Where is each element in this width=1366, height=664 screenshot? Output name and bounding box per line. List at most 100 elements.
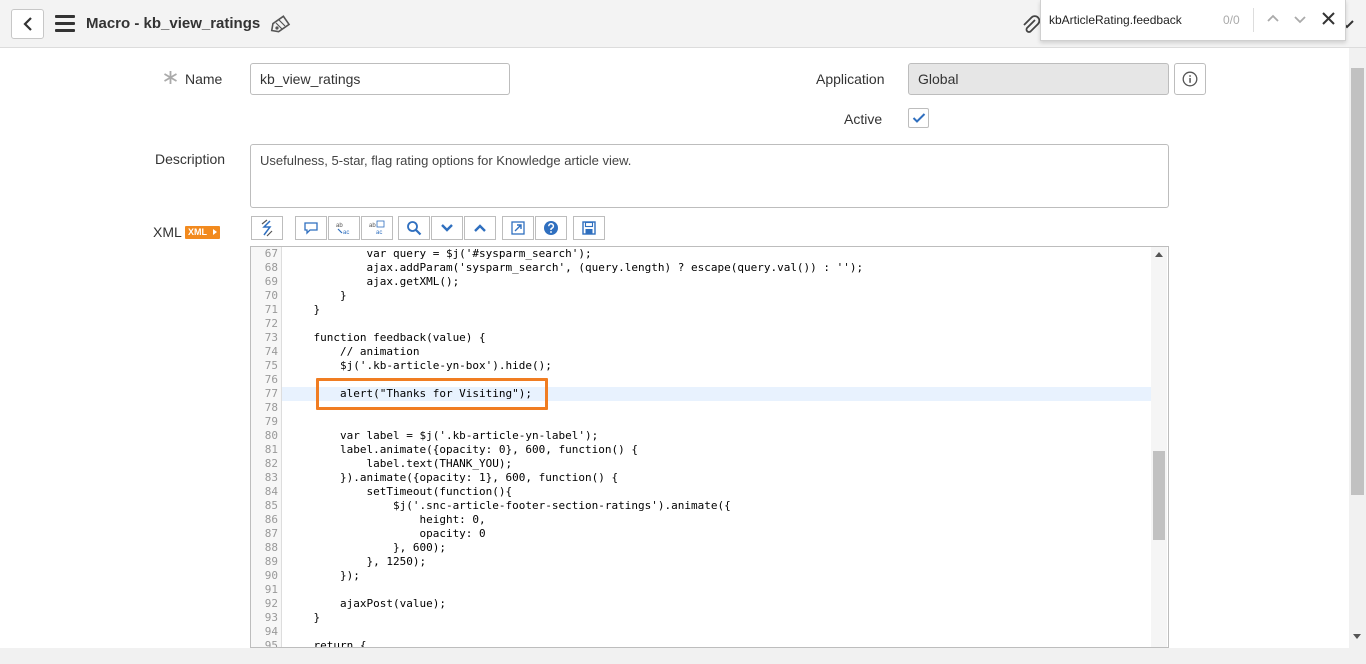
replace-all-icon: ab ac xyxy=(369,220,385,236)
xml-script-editor[interactable]: 67 var query = $j('#sysparm_search'); 68 … xyxy=(250,246,1169,648)
line-number: 71 xyxy=(264,303,278,316)
description-label: Description xyxy=(155,151,226,167)
code-line[interactable]: 80 var label = $j('.kb-article-yn-label'… xyxy=(251,429,1151,443)
search-button[interactable] xyxy=(398,216,430,240)
code-line[interactable]: 70 } xyxy=(251,289,1151,303)
chevron-down-icon xyxy=(441,224,453,232)
line-number: 73 xyxy=(264,331,278,344)
code-text: var query = $j('#sysparm_search'); xyxy=(287,247,592,260)
code-line[interactable]: 92 ajaxPost(value); xyxy=(251,597,1151,611)
scroll-up-arrow-icon[interactable] xyxy=(1155,251,1163,257)
code-line[interactable]: 91 xyxy=(251,583,1151,597)
line-number: 89 xyxy=(264,555,278,568)
line-number: 78 xyxy=(264,401,278,414)
replace-button[interactable]: ab ac xyxy=(328,216,360,240)
code-line[interactable]: 71 } xyxy=(251,303,1151,317)
code-line[interactable]: 83 }).animate({opacity: 1}, 600, functio… xyxy=(251,471,1151,485)
code-line[interactable]: 88 }, 600); xyxy=(251,541,1151,555)
line-number: 88 xyxy=(264,541,278,554)
code-text: label.text(THANK_YOU); xyxy=(287,457,513,470)
search-previous-button[interactable] xyxy=(464,216,496,240)
active-checkbox[interactable] xyxy=(908,108,929,128)
line-number: 90 xyxy=(264,569,278,582)
code-text: } xyxy=(287,611,321,624)
code-line[interactable]: 93 } xyxy=(251,611,1151,625)
code-text: // animation xyxy=(287,345,420,358)
code-line[interactable]: 79 xyxy=(251,415,1151,429)
line-number: 70 xyxy=(264,289,278,302)
chevron-up-icon[interactable] xyxy=(1266,12,1280,26)
svg-text:ac: ac xyxy=(343,230,349,236)
code-line[interactable]: 87 opacity: 0 xyxy=(251,527,1151,541)
code-text: label.animate({opacity: 0}, 600, functio… xyxy=(287,443,638,456)
code-line[interactable]: 72 xyxy=(251,317,1151,331)
application-label: Application xyxy=(816,71,885,87)
format-button[interactable] xyxy=(251,216,283,240)
code-line[interactable]: 73 function feedback(value) { xyxy=(251,331,1151,345)
code-text: var label = $j('.kb-article-yn-label'); xyxy=(287,429,599,442)
svg-text:ab: ab xyxy=(336,223,343,229)
code-line[interactable]: 95 return { xyxy=(251,639,1151,648)
chevron-up-icon xyxy=(474,224,486,232)
line-number: 72 xyxy=(264,317,278,330)
code-line[interactable]: 89 }, 1250); xyxy=(251,555,1151,569)
save-button[interactable] xyxy=(573,216,605,240)
svg-text:ac: ac xyxy=(376,230,382,236)
code-line[interactable]: 90 }); xyxy=(251,569,1151,583)
find-bar: kbArticleRating.feedback 0/0 xyxy=(1040,0,1346,41)
help-button[interactable] xyxy=(535,216,567,240)
code-line[interactable]: 84 setTimeout(function(){ xyxy=(251,485,1151,499)
code-line[interactable]: 82 label.text(THANK_YOU); xyxy=(251,457,1151,471)
line-number: 94 xyxy=(264,625,278,638)
line-number: 68 xyxy=(264,261,278,274)
help-icon xyxy=(544,221,558,235)
chevron-down-icon[interactable] xyxy=(1293,12,1307,26)
code-line[interactable]: 69 ajax.getXML(); xyxy=(251,275,1151,289)
line-number: 86 xyxy=(264,513,278,526)
code-line[interactable]: 94 xyxy=(251,625,1151,639)
scroll-down-arrow-icon[interactable] xyxy=(1353,634,1361,640)
code-line[interactable]: 85 $j('.snc-article-footer-section-ratin… xyxy=(251,499,1151,513)
code-line[interactable]: 75 $j('.kb-article-yn-box').hide(); xyxy=(251,359,1151,373)
application-info-button[interactable] xyxy=(1174,63,1206,95)
active-label: Active xyxy=(844,111,883,127)
horizontal-scrollbar[interactable] xyxy=(0,648,1366,664)
page-scrollbar-thumb[interactable] xyxy=(1351,68,1364,495)
editor-scrollbar[interactable] xyxy=(1151,247,1167,647)
find-match-count: 0/0 xyxy=(1223,13,1240,27)
fullscreen-button[interactable] xyxy=(502,216,534,240)
line-number: 83 xyxy=(264,471,278,484)
info-icon xyxy=(1182,71,1198,87)
name-label: Name xyxy=(185,71,223,87)
comment-button[interactable] xyxy=(295,216,327,240)
name-field[interactable]: kb_view_ratings xyxy=(250,63,510,95)
code-text: height: 0, xyxy=(287,513,486,526)
line-number: 91 xyxy=(264,583,278,596)
code-line[interactable]: 67 var query = $j('#sysparm_search'); xyxy=(251,247,1151,261)
menu-icon[interactable] xyxy=(55,15,75,33)
find-input[interactable]: kbArticleRating.feedback xyxy=(1049,13,1182,27)
editor-scrollbar-thumb[interactable] xyxy=(1153,451,1165,540)
code-text: ajax.addParam('sysparm_search', (query.l… xyxy=(287,261,864,274)
code-text: }, 600); xyxy=(287,541,446,554)
code-text: } xyxy=(287,303,321,316)
close-icon[interactable] xyxy=(1321,11,1336,26)
line-number: 84 xyxy=(264,485,278,498)
code-line[interactable]: 81 label.animate({opacity: 0}, 600, func… xyxy=(251,443,1151,457)
code-text: ajaxPost(value); xyxy=(287,597,446,610)
description-field[interactable]: Usefulness, 5-star, flag rating options … xyxy=(250,144,1169,208)
back-button[interactable] xyxy=(11,9,44,39)
line-number: 85 xyxy=(264,499,278,512)
search-next-button[interactable] xyxy=(431,216,463,240)
paperclip-icon[interactable] xyxy=(1021,14,1041,36)
code-line[interactable]: 86 height: 0, xyxy=(251,513,1151,527)
highlight-annotation-box xyxy=(316,378,548,410)
line-number: 69 xyxy=(264,275,278,288)
format-icon xyxy=(261,219,273,237)
line-number: 95 xyxy=(264,639,278,648)
code-text: $j('.snc-article-footer-section-ratings'… xyxy=(287,499,731,512)
code-line[interactable]: 68 ajax.addParam('sysparm_search', (quer… xyxy=(251,261,1151,275)
code-line[interactable]: 74 // animation xyxy=(251,345,1151,359)
tag-icon[interactable] xyxy=(270,13,292,35)
replace-all-button[interactable]: ab ac xyxy=(361,216,393,240)
